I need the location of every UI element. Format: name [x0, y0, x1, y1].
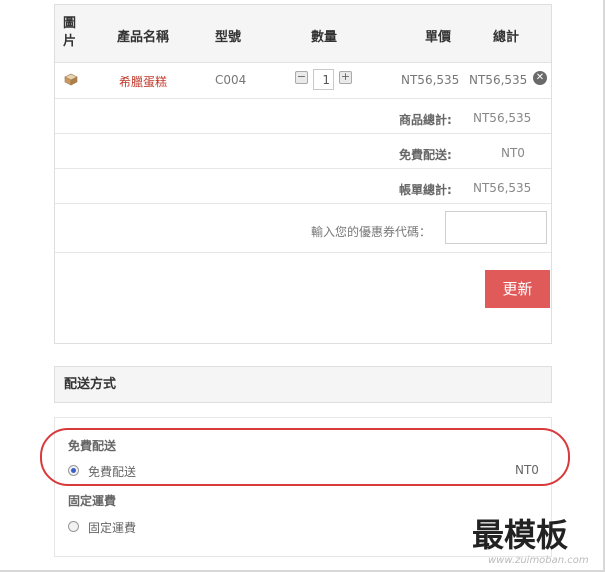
grand-total-label: 帳單總計:	[399, 183, 452, 197]
highlight-annotation	[40, 428, 570, 486]
row-divider	[55, 203, 551, 204]
col-header-model: 型號	[215, 30, 242, 45]
coupon-label: 輸入您的優惠券代碼：	[311, 225, 432, 239]
product-unit-price: NT56,535	[401, 73, 460, 87]
col-header-total: 總計	[493, 30, 520, 45]
quantity-input[interactable]: 1	[313, 69, 334, 90]
watermark-url: www.zuimoban.com	[488, 555, 589, 566]
remove-item-icon[interactable]: ✕	[533, 71, 547, 85]
quantity-decrease-button[interactable]: −	[295, 71, 308, 84]
shipping-method-title: 配送方式	[54, 366, 552, 403]
row-divider	[55, 98, 551, 99]
cart-table: 圖 片 產品名稱 型號 數量 單價 總計 希臘蛋糕 C004 − 1 + NT5…	[54, 4, 552, 344]
subtotal-value: NT56,535	[473, 111, 532, 125]
col-header-image: 圖 片	[63, 16, 77, 49]
col-header-quantity: 數量	[311, 30, 338, 45]
shipping-group-flat-heading: 固定運費	[68, 494, 117, 508]
shipping-flat-radio[interactable]	[68, 521, 79, 532]
update-button[interactable]: 更新	[485, 270, 550, 308]
row-divider	[55, 252, 551, 253]
col-header-name: 產品名稱	[117, 30, 170, 45]
shipping-cost-label: 免費配送:	[399, 148, 452, 162]
grand-total-value: NT56,535	[473, 181, 532, 195]
cake-icon[interactable]	[63, 71, 79, 87]
row-divider	[55, 168, 551, 169]
product-name-link[interactable]: 希臘蛋糕	[119, 73, 167, 90]
col-header-unit-price: 單價	[425, 30, 452, 45]
subtotal-label: 商品總計:	[399, 113, 452, 127]
quantity-increase-button[interactable]: +	[339, 71, 352, 84]
shipping-flat-option-label[interactable]: 固定運費	[88, 519, 136, 536]
shipping-cost-value: NT0	[501, 146, 525, 160]
coupon-input[interactable]	[445, 211, 547, 244]
watermark-logo: 最模板	[472, 516, 569, 554]
row-divider	[55, 133, 551, 134]
product-total: NT56,535	[469, 73, 528, 87]
product-model: C004	[215, 73, 247, 87]
